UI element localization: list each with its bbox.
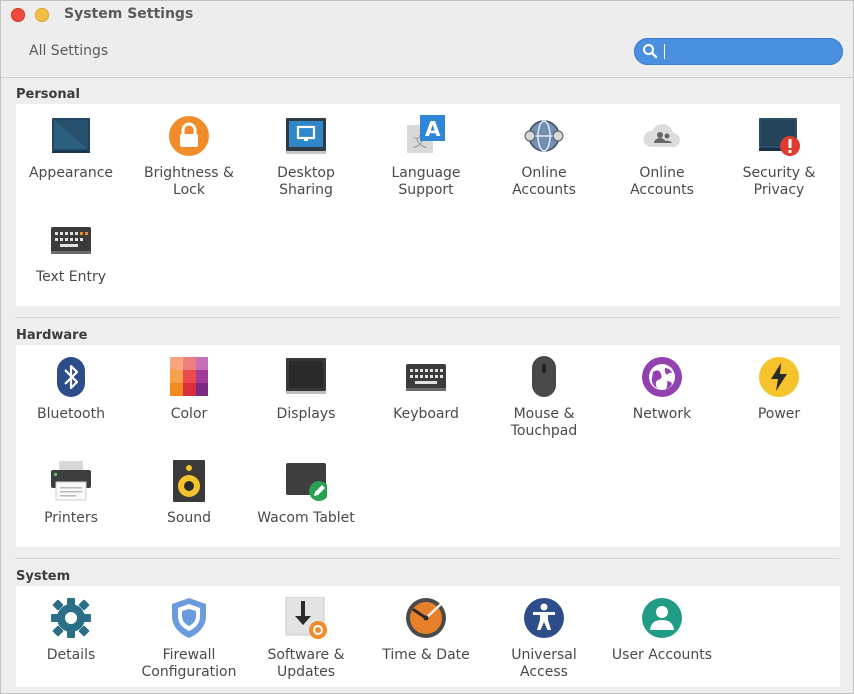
- bluetooth-item[interactable]: Bluetooth: [12, 356, 130, 423]
- sound-item[interactable]: Sound: [130, 460, 248, 527]
- security-privacy-label: Security & Privacy: [742, 165, 816, 198]
- accessibility-icon: [524, 598, 564, 638]
- shield-icon: [172, 598, 206, 638]
- printers-item[interactable]: Printers: [12, 460, 130, 527]
- brightness-lock-item[interactable]: Brightness & Lock: [130, 115, 248, 199]
- software-update-icon: [285, 597, 327, 639]
- security-privacy-item[interactable]: Security & Privacy: [720, 115, 838, 199]
- desktop-sharing-label: Desktop Sharing: [277, 165, 335, 198]
- system-panel: Details Firewall Configuration Software …: [16, 586, 840, 687]
- software-updates-item[interactable]: Software & Updates: [247, 597, 365, 681]
- network-globe-icon: [642, 357, 682, 397]
- time-date-item[interactable]: Time & Date: [367, 597, 485, 664]
- appearance-icon: [52, 118, 90, 153]
- bluetooth-label: Bluetooth: [37, 406, 105, 422]
- online-accounts-cloud-item[interactable]: Online Accounts: [603, 115, 721, 199]
- user-accounts-label: User Accounts: [611, 647, 713, 663]
- search-input[interactable]: [662, 42, 836, 63]
- all-settings-button[interactable]: All Settings: [29, 43, 108, 59]
- language-support-label: Language Support: [391, 165, 461, 198]
- keyboard-label: Keyboard: [393, 406, 459, 422]
- gear-icon: [51, 598, 91, 638]
- appearance-label: Appearance: [28, 165, 114, 181]
- text-entry-keyboard-icon: [51, 227, 91, 254]
- hardware-panel: Bluetooth Color Displays Keyboard Mouse …: [16, 345, 840, 547]
- cloud-accounts-icon: [643, 124, 680, 147]
- mouse-touchpad-item[interactable]: Mouse & Touchpad: [485, 356, 603, 440]
- text-entry-item[interactable]: Text Entry: [12, 219, 130, 286]
- network-item[interactable]: Network: [603, 356, 721, 423]
- text-entry-label: Text Entry: [35, 269, 106, 285]
- settings-window: System Settings All Settings Personal Ap…: [0, 0, 854, 694]
- security-icon: [759, 118, 800, 156]
- section-divider: [15, 558, 839, 559]
- firewall-configuration-label: Firewall Configuration: [141, 647, 237, 680]
- mouse-icon: [532, 356, 556, 397]
- svg-text:A: A: [425, 117, 441, 141]
- section-divider: [15, 317, 839, 318]
- power-bolt-icon: [759, 357, 799, 397]
- clock-icon: [406, 598, 446, 638]
- personal-panel: Appearance Brightness & Lock Desktop Sha…: [16, 104, 840, 306]
- details-label: Details: [46, 647, 96, 663]
- color-palette-icon: [170, 357, 208, 396]
- online-accounts-cloud-label: Online Accounts: [630, 165, 694, 198]
- desktop-sharing-item[interactable]: Desktop Sharing: [247, 115, 365, 199]
- search-field[interactable]: [634, 38, 843, 65]
- display-icon: [286, 358, 326, 394]
- displays-item[interactable]: Displays: [247, 356, 365, 423]
- printer-icon: [51, 461, 91, 501]
- language-icon: 文 A: [407, 115, 445, 153]
- bluetooth-icon: [57, 357, 85, 397]
- universal-access-label: Universal Access: [511, 647, 577, 680]
- language-support-item[interactable]: 文 A Language Support: [367, 115, 485, 199]
- minimize-button[interactable]: [35, 8, 49, 22]
- desktop-sharing-icon: [286, 118, 326, 154]
- sound-label: Sound: [166, 510, 212, 526]
- online-accounts-label: Online Accounts: [512, 165, 576, 198]
- appearance-item[interactable]: Appearance: [12, 115, 130, 182]
- tablet-pen-icon: [286, 463, 327, 501]
- brightness-lock-label: Brightness & Lock: [144, 165, 234, 198]
- user-icon: [642, 598, 682, 638]
- close-button[interactable]: [11, 8, 25, 22]
- keyboard-icon: [406, 364, 446, 391]
- displays-label: Displays: [276, 406, 336, 422]
- wacom-tablet-item[interactable]: Wacom Tablet: [247, 460, 365, 527]
- details-item[interactable]: Details: [12, 597, 130, 664]
- wacom-tablet-label: Wacom Tablet: [257, 510, 355, 526]
- color-label: Color: [170, 406, 208, 422]
- color-item[interactable]: Color: [130, 356, 248, 423]
- mouse-touchpad-label: Mouse & Touchpad: [510, 406, 578, 439]
- software-updates-label: Software & Updates: [267, 647, 345, 680]
- keyboard-item[interactable]: Keyboard: [367, 356, 485, 423]
- section-title-personal: Personal: [16, 87, 80, 102]
- power-label: Power: [757, 406, 801, 422]
- speaker-icon: [173, 460, 205, 502]
- firewall-configuration-item[interactable]: Firewall Configuration: [130, 597, 248, 681]
- power-item[interactable]: Power: [720, 356, 838, 423]
- universal-access-item[interactable]: Universal Access: [485, 597, 603, 681]
- lock-icon: [169, 116, 209, 156]
- window-title: System Settings: [64, 6, 194, 22]
- network-label: Network: [632, 406, 692, 422]
- title-bar: System Settings All Settings: [1, 1, 853, 78]
- globe-accounts-icon: [524, 120, 564, 152]
- section-title-system: System: [16, 569, 71, 584]
- printers-label: Printers: [44, 510, 98, 526]
- time-date-label: Time & Date: [382, 647, 470, 663]
- user-accounts-item[interactable]: User Accounts: [603, 597, 721, 664]
- section-title-hardware: Hardware: [16, 328, 88, 343]
- online-accounts-item[interactable]: Online Accounts: [485, 115, 603, 199]
- search-icon: [643, 44, 658, 59]
